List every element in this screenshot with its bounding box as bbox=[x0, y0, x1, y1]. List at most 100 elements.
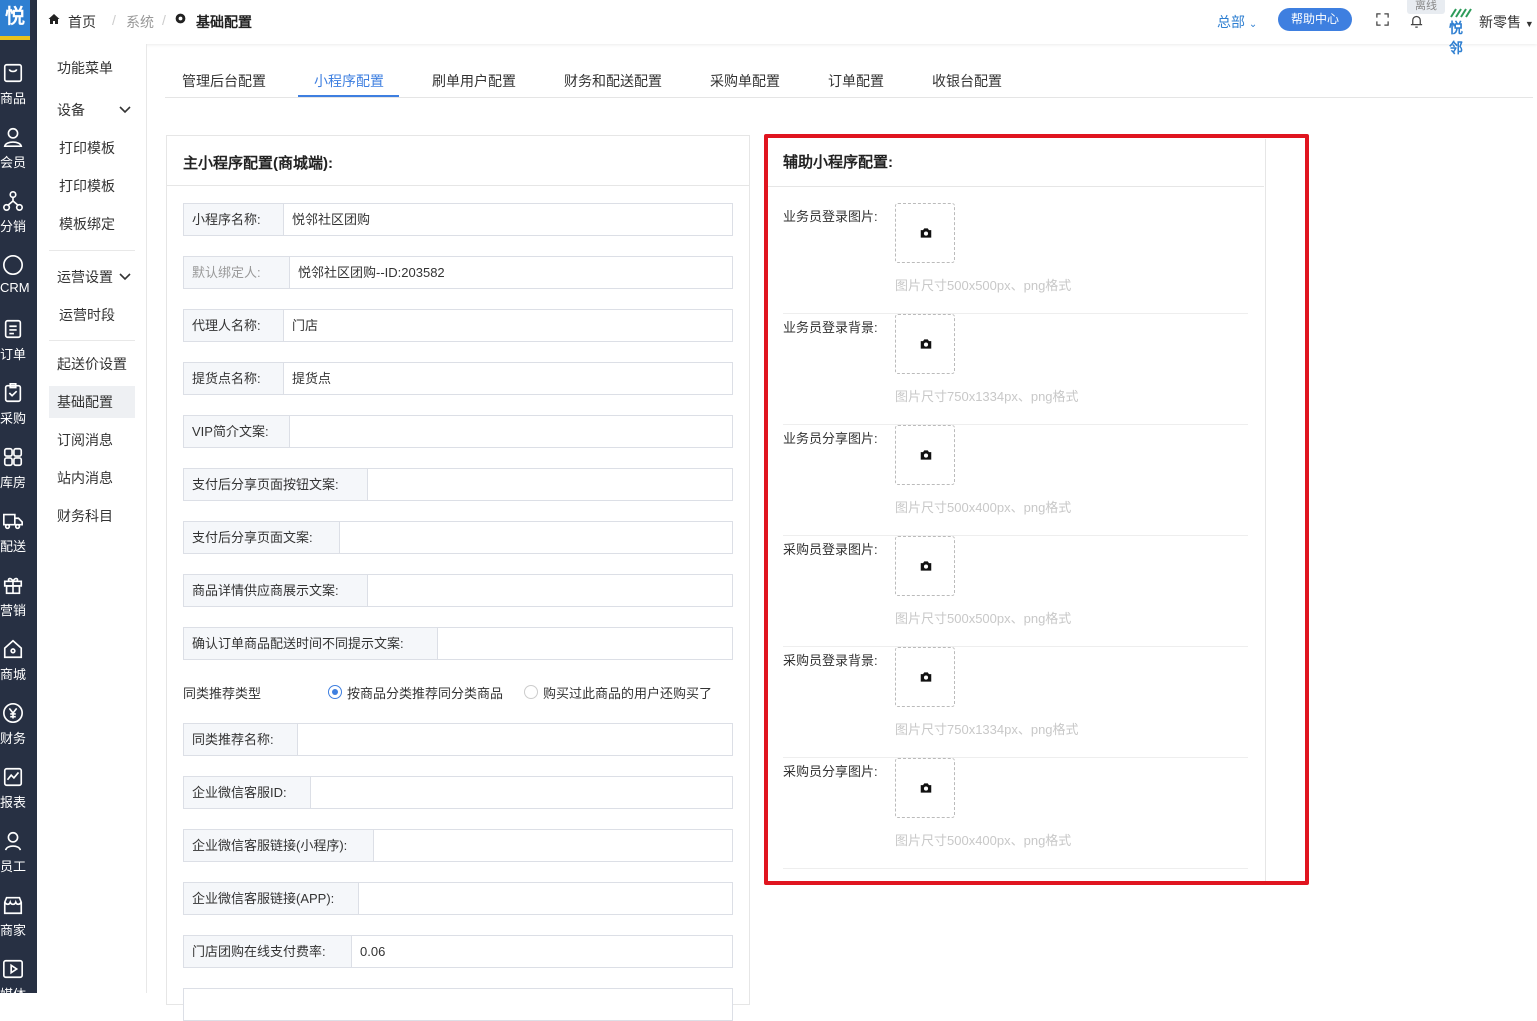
chevron-down-icon: ⌄ bbox=[1248, 19, 1258, 30]
mall-icon bbox=[3, 639, 23, 659]
submenu-item-template-binding[interactable]: 模板绑定 bbox=[49, 208, 135, 240]
hq-selector[interactable]: 总部 ⌄ bbox=[1217, 12, 1257, 32]
submenu-item-finance-subject[interactable]: 财务科目 bbox=[49, 500, 135, 532]
field-value[interactable] bbox=[311, 777, 319, 808]
share-button-text-field[interactable]: 支付后分享页面按钮文案: bbox=[183, 468, 733, 501]
field-value[interactable]: 提货点 bbox=[284, 363, 331, 394]
submenu-item-function-menu[interactable]: 功能菜单 bbox=[49, 52, 135, 84]
field-value[interactable]: 悦邻社区团购--ID:203582 bbox=[290, 257, 445, 288]
submenu-item-print-template[interactable]: 打印模板 bbox=[49, 132, 135, 164]
field-value[interactable] bbox=[368, 575, 376, 606]
store-selector[interactable]: 新零售 ▼ bbox=[1479, 12, 1534, 32]
order-icon bbox=[4, 319, 22, 339]
field-value[interactable] bbox=[374, 830, 382, 861]
rail-item-crm[interactable]: CRM bbox=[0, 254, 37, 314]
distribution-icon bbox=[3, 191, 23, 211]
submenu-item-device[interactable]: 设备 bbox=[49, 94, 135, 126]
bell-icon[interactable] bbox=[1409, 14, 1424, 32]
submenu-item-min-delivery[interactable]: 起送价设置 bbox=[49, 348, 135, 380]
delivery-icon bbox=[3, 513, 23, 530]
rail-item-order[interactable]: 订单 bbox=[0, 318, 37, 378]
active-tab-indicator bbox=[298, 95, 399, 97]
default-binder-field[interactable]: 默认绑定人: 悦邻社区团购--ID:203582 bbox=[183, 256, 733, 289]
brand-logo: 悦邻 bbox=[1449, 6, 1473, 56]
rail-item-marketing[interactable]: 营销 bbox=[0, 574, 37, 634]
offline-badge: 离线 bbox=[1407, 0, 1445, 14]
tab-admin-config[interactable]: 管理后台配置 bbox=[182, 71, 266, 97]
radio-category-recommend[interactable] bbox=[328, 685, 342, 699]
rail-item-distribution[interactable]: 分销 bbox=[0, 190, 37, 250]
rail-item-delivery[interactable]: 配送 bbox=[0, 510, 37, 570]
marketing-icon bbox=[3, 577, 23, 595]
submenu-item-site-msg[interactable]: 站内消息 bbox=[49, 462, 135, 494]
member-icon bbox=[3, 127, 23, 147]
rail-item-finance[interactable]: 财务 bbox=[0, 702, 37, 762]
warehouse-icon bbox=[3, 447, 23, 467]
pickup-point-name-field[interactable]: 提货点名称: 提货点 bbox=[183, 362, 733, 395]
share-page-text-field[interactable]: 支付后分享页面文案: bbox=[183, 521, 733, 554]
miniprogram-name-field[interactable]: 小程序名称: 悦邻社区团购 bbox=[183, 203, 733, 236]
help-center-button[interactable]: 帮助中心 bbox=[1278, 8, 1352, 31]
field-value[interactable] bbox=[298, 724, 306, 755]
divider bbox=[49, 340, 135, 341]
submenu-item-print-template-2[interactable]: 打印模板 bbox=[49, 170, 135, 202]
rail-item-merchant[interactable]: 商家 bbox=[0, 894, 37, 954]
radio-also-bought[interactable] bbox=[524, 685, 538, 699]
rail-item-mall[interactable]: 商城 bbox=[0, 638, 37, 698]
radio-label[interactable]: 购买过此商品的用户还购买了 bbox=[543, 683, 712, 702]
delivery-time-notice-field[interactable]: 确认订单商品配送时间不同提示文案: bbox=[183, 627, 733, 660]
media-icon bbox=[3, 959, 23, 979]
tab-cashier-config[interactable]: 收银台配置 bbox=[932, 71, 1002, 97]
tab-finance-delivery-config[interactable]: 财务和配送配置 bbox=[564, 71, 662, 97]
breadcrumb-current: 基础配置 bbox=[196, 14, 252, 30]
tab-purchase-order-config[interactable]: 采购单配置 bbox=[710, 71, 780, 97]
top-bar: 首页 / 系统 / 基础配置 总部 ⌄ 帮助中心 离线 悦邻 新零售 ▼ bbox=[37, 0, 1537, 56]
fullscreen-icon[interactable] bbox=[1375, 12, 1390, 30]
field-value[interactable] bbox=[438, 628, 446, 659]
breadcrumb-system[interactable]: 系统 bbox=[126, 12, 154, 32]
wecom-link-miniprogram-field[interactable]: 企业微信客服链接(小程序): bbox=[183, 829, 733, 862]
field-value[interactable] bbox=[290, 416, 298, 447]
hq-label: 总部 bbox=[1217, 14, 1245, 30]
rail-item-report[interactable]: 报表 bbox=[0, 766, 37, 826]
tab-fake-user-config[interactable]: 刷单用户配置 bbox=[432, 71, 516, 97]
field-value[interactable] bbox=[359, 883, 367, 914]
left-rail: 悦 商品 会员 分销 CRM 订单 采购 库房 配送 营销 商城 财务 报表 员… bbox=[0, 0, 37, 1002]
field-value[interactable] bbox=[368, 469, 376, 500]
breadcrumb-home[interactable]: 首页 bbox=[68, 12, 96, 32]
finance-icon bbox=[3, 703, 23, 723]
rail-item-member[interactable]: 会员 bbox=[0, 126, 37, 186]
wecom-link-app-field[interactable]: 企业微信客服链接(APP): bbox=[183, 882, 733, 915]
field-value[interactable] bbox=[340, 522, 348, 553]
recommend-name-field[interactable]: 同类推荐名称: bbox=[183, 723, 733, 756]
online-pay-rate-field[interactable]: 门店团购在线支付费率: 0.06 bbox=[183, 935, 733, 968]
highlight-box bbox=[764, 134, 1309, 885]
submenu-item-operation-settings[interactable]: 运营设置 bbox=[49, 261, 135, 293]
tab-order-config[interactable]: 订单配置 bbox=[828, 71, 884, 97]
breadcrumb-separator: / bbox=[162, 12, 166, 28]
field-value[interactable]: 0.06 bbox=[352, 936, 385, 967]
home-icon[interactable] bbox=[48, 12, 60, 28]
recommend-type-label: 同类推荐类型 bbox=[183, 686, 262, 701]
rail-item-goods[interactable]: 商品 bbox=[0, 62, 37, 122]
field-value[interactable]: 门店 bbox=[284, 310, 318, 341]
tab-miniprogram-config[interactable]: 小程序配置 bbox=[314, 71, 384, 97]
radio-label[interactable]: 按商品分类推荐同分类商品 bbox=[347, 683, 503, 702]
wecom-service-id-field[interactable]: 企业微信客服ID: bbox=[183, 776, 733, 809]
supplier-display-text-field[interactable]: 商品详情供应商展示文案: bbox=[183, 574, 733, 607]
rail-item-media[interactable]: 媒体 bbox=[0, 958, 37, 1018]
rail-item-staff[interactable]: 员工 bbox=[0, 830, 37, 890]
submenu-item-operation-time[interactable]: 运营时段 bbox=[49, 299, 135, 331]
field-value[interactable]: 悦邻社区团购 bbox=[284, 204, 370, 235]
submenu-item-basic-config[interactable]: 基础配置 bbox=[49, 386, 135, 418]
main-miniprogram-panel: 主小程序配置(商城端): 小程序名称: 悦邻社区团购 默认绑定人: 悦邻社区团购… bbox=[166, 135, 750, 1021]
agent-name-field[interactable]: 代理人名称: 门店 bbox=[183, 309, 733, 342]
app-logo: 悦 bbox=[0, 0, 30, 40]
panel-title: 主小程序配置(商城端): bbox=[167, 136, 749, 186]
recommend-type-row: 同类推荐类型 按商品分类推荐同分类商品 购买过此商品的用户还购买了 bbox=[183, 682, 733, 702]
rail-item-purchase[interactable]: 采购 bbox=[0, 382, 37, 442]
vip-intro-field[interactable]: VIP简介文案: bbox=[183, 415, 733, 448]
submenu-item-subscription-msg[interactable]: 订阅消息 bbox=[49, 424, 135, 456]
merchant-icon bbox=[3, 896, 23, 915]
rail-item-warehouse[interactable]: 库房 bbox=[0, 446, 37, 506]
